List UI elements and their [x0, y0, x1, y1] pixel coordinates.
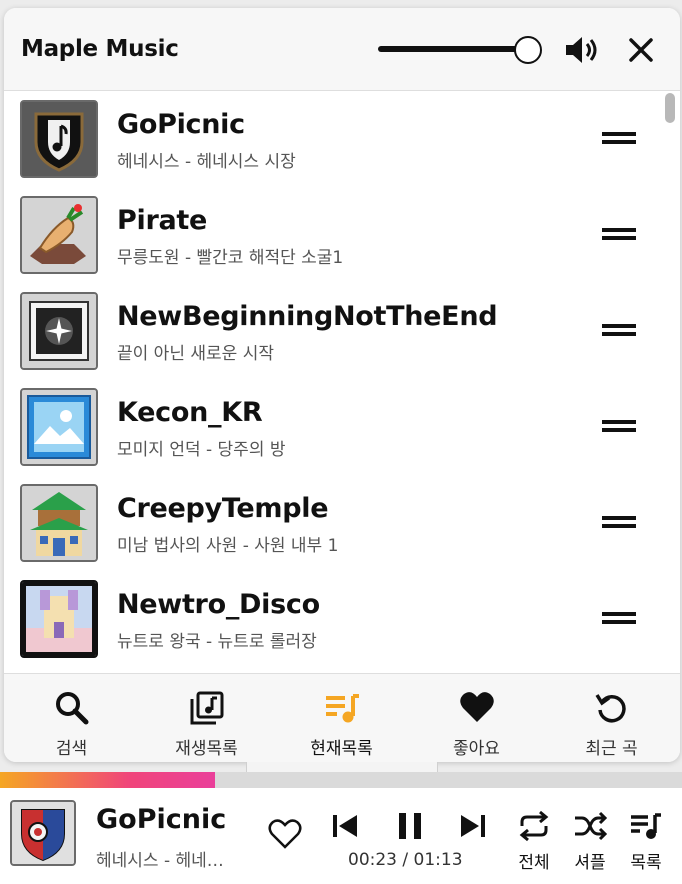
now-playing-subtitle: 헤네시스 - 헤네… [96, 851, 224, 871]
shuffle-icon [575, 811, 608, 841]
landscape-icon [22, 390, 96, 464]
panel-header: Maple Music [4, 8, 680, 91]
previous-track-icon[interactable] [330, 812, 360, 840]
shield-music-icon [12, 802, 74, 864]
volume-icon[interactable] [564, 35, 602, 65]
drag-handle-icon[interactable] [602, 420, 636, 432]
volume-slider-handle[interactable] [514, 36, 542, 64]
album-art [20, 388, 98, 466]
track-subtitle: 뉴트로 왕국 - 뉴트로 롤러장 [117, 632, 317, 652]
tab-label: 최근 곡 [585, 739, 638, 759]
track-title: CreepyTemple [117, 493, 329, 524]
close-icon[interactable] [626, 35, 656, 65]
list-item[interactable]: CreepyTemple 미남 법사의 사원 - 사원 내부 1 [4, 475, 664, 571]
track-subtitle: 미남 법사의 사원 - 사원 내부 1 [117, 536, 339, 556]
track-title: NewBeginningNotTheEnd [117, 301, 498, 332]
tab-label: 좋아요 [453, 739, 500, 759]
list-item[interactable]: Newtro_Disco 뉴트로 왕국 - 뉴트로 롤러장 [4, 571, 664, 667]
list-item[interactable]: NewBeginningNotTheEnd 끝이 아닌 새로운 시작 [4, 283, 664, 379]
list-item[interactable]: Kecon_KR 모미지 언덕 - 당주의 방 [4, 379, 664, 475]
compass-icon [22, 294, 96, 368]
next-track-icon[interactable] [458, 812, 488, 840]
music-panel: Maple Music GoPicnic 헤네시스 - 헤네시스 시장 Pira… [4, 8, 680, 762]
repeat-button[interactable]: 전체 [508, 808, 560, 874]
tab-label: 검색 [55, 739, 88, 759]
list-button[interactable]: 목록 [620, 808, 672, 874]
drag-handle-icon[interactable] [602, 324, 636, 336]
now-playing-title: GoPicnic [96, 804, 227, 835]
shield-music-icon [22, 102, 96, 176]
album-art [20, 100, 98, 178]
tab-playlists[interactable]: 재생목록 [139, 674, 274, 762]
scrollbar[interactable] [661, 91, 678, 673]
search-icon [55, 692, 88, 725]
now-playing-bar: GoPicnic 헤네시스 - 헤네… 00:23 / 01:13 전체 셔플 [0, 788, 682, 884]
track-title: Kecon_KR [117, 397, 263, 428]
track-title: Pirate [117, 205, 207, 236]
castle-icon [22, 582, 96, 656]
list-label: 목록 [630, 853, 662, 873]
album-art [20, 292, 98, 370]
tab-likes[interactable]: 좋아요 [409, 674, 544, 762]
drag-handle-icon[interactable] [602, 132, 636, 144]
album-art [20, 196, 98, 274]
scrollbar-thumb[interactable] [665, 93, 675, 123]
list-item[interactable]: Pirate 무릉도원 - 빨간코 해적단 소굴1 [4, 187, 664, 283]
ginseng-icon [22, 198, 96, 272]
track-subtitle: 무릉도원 - 빨간코 해적단 소굴1 [117, 248, 344, 268]
repeat-label: 전체 [518, 853, 550, 873]
drag-handle-icon[interactable] [602, 228, 636, 240]
track-title: Newtro_Disco [117, 589, 320, 620]
tab-label: 재생목록 [175, 739, 238, 759]
playlist-icon [190, 691, 223, 725]
app-title: Maple Music [21, 36, 179, 62]
volume-slider-track[interactable] [378, 46, 530, 52]
album-art [20, 484, 98, 562]
playback-progress-fill [0, 772, 215, 788]
tab-recent[interactable]: 최근 곡 [544, 674, 679, 762]
tab-search[interactable]: 검색 [4, 674, 139, 762]
drag-handle-icon[interactable] [602, 516, 636, 528]
track-subtitle: 헤네시스 - 헤네시스 시장 [117, 152, 296, 172]
now-playing-art [10, 800, 76, 866]
tab-now-playing[interactable]: 현재목록 [274, 674, 409, 762]
pause-icon[interactable] [394, 810, 426, 842]
tab-label: 현재목록 [310, 739, 373, 759]
track-subtitle: 모미지 언덕 - 당주의 방 [117, 440, 286, 460]
bottom-tab-bar: 검색 재생목록 현재목록 좋아요 최근 곡 [4, 673, 680, 762]
track-subtitle: 끝이 아닌 새로운 시작 [117, 344, 274, 364]
queue-icon [325, 694, 359, 723]
list-item[interactable]: GoPicnic 헤네시스 - 헤네시스 시장 [4, 91, 664, 187]
shuffle-label: 셔플 [574, 853, 606, 873]
time-separator: / [397, 850, 414, 870]
repeat-icon [519, 810, 549, 842]
playback-progress-bar[interactable] [0, 772, 682, 788]
shuffle-button[interactable]: 셔플 [564, 808, 616, 874]
heart-icon [459, 692, 494, 722]
like-heart-icon[interactable] [268, 818, 302, 850]
playback-time: 00:23 / 01:13 [348, 850, 463, 870]
current-time: 00:23 [348, 850, 397, 870]
temple-icon [22, 486, 96, 560]
drag-handle-icon[interactable] [602, 612, 636, 624]
queue-icon [631, 813, 661, 839]
album-art [20, 580, 98, 658]
history-icon [595, 694, 626, 723]
queue-list: GoPicnic 헤네시스 - 헤네시스 시장 Pirate 무릉도원 - 빨간… [4, 91, 680, 673]
duration: 01:13 [413, 850, 463, 870]
track-title: GoPicnic [117, 109, 245, 140]
